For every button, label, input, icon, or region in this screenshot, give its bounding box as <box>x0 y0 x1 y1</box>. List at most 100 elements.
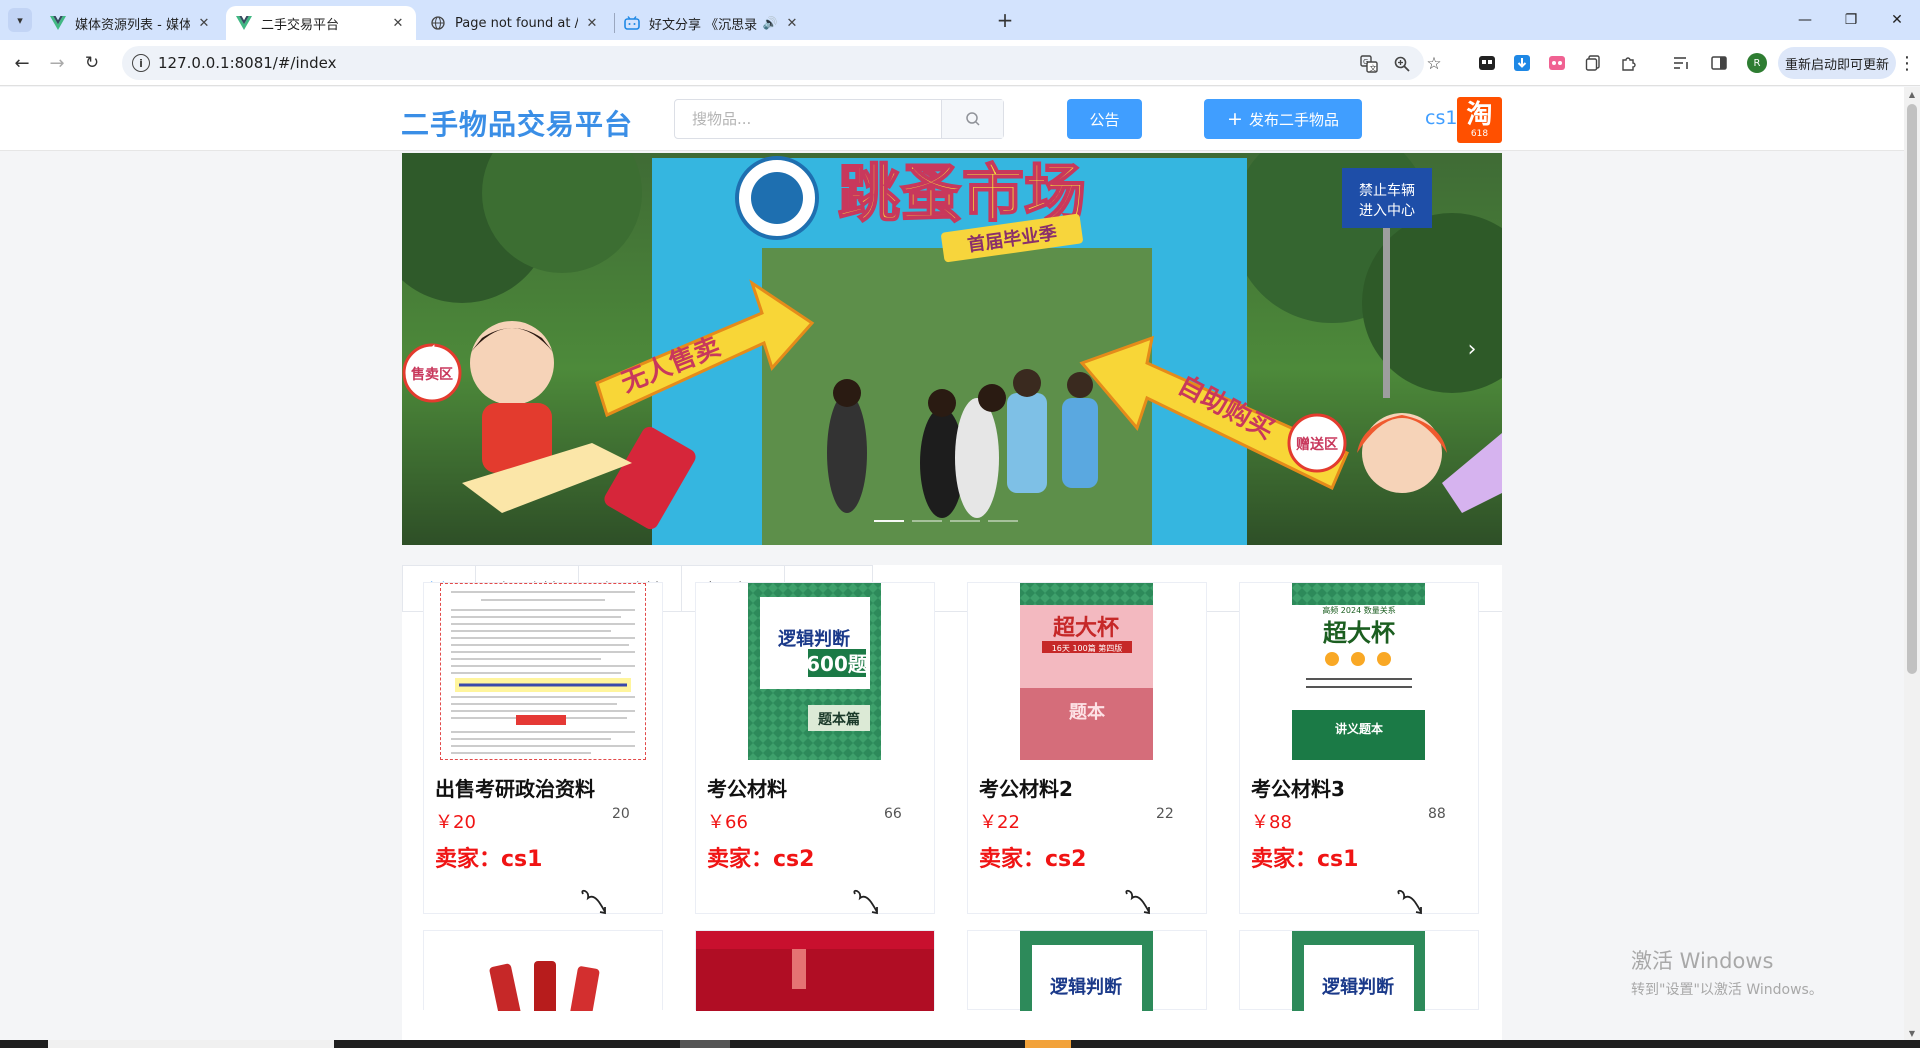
browser-tab-page-not-found[interactable]: Page not found at / ✕ <box>420 6 610 40</box>
svg-text:禁止车辆: 禁止车辆 <box>1359 182 1415 199</box>
product-card[interactable]: 逻辑判断 <box>1239 930 1479 1011</box>
search-input[interactable] <box>676 101 942 137</box>
carousel-indicator[interactable] <box>950 520 980 522</box>
product-price: ￥20 <box>435 812 476 833</box>
reload-icon[interactable]: ↻ <box>78 49 106 77</box>
browser-tab-trading-platform[interactable]: 二手交易平台 ✕ <box>226 6 416 40</box>
page-viewport: 二手物品交易平台 公告 + 发布二手物品 cs1 淘 618 <box>0 87 1904 1040</box>
product-image: 超大杯 高频 2024 数量关系 讲义题本 <box>1292 583 1425 760</box>
tab-search-chevron-icon[interactable]: ▾ <box>8 8 32 32</box>
product-card[interactable]: 逻辑判断 600题 题本篇 考公材料 ￥66 66 卖家：cs2 <box>695 582 935 916</box>
current-username[interactable]: cs1 <box>1425 107 1457 129</box>
taskbar-item[interactable] <box>1025 1040 1071 1048</box>
product-card[interactable]: 逻辑判断 <box>967 930 1207 1011</box>
carousel-indicator[interactable] <box>988 520 1018 522</box>
close-tab-icon[interactable]: ✕ <box>584 15 600 31</box>
svg-text:售卖区: 售卖区 <box>410 366 453 383</box>
more-menu-icon[interactable]: ⋮ <box>1898 51 1916 75</box>
scroll-up-icon[interactable]: ▲ <box>1904 87 1920 101</box>
product-card[interactable] <box>695 930 935 1011</box>
address-bar[interactable]: i 127.0.0.1:8081/#/index G文 ☆ <box>122 46 1442 80</box>
plus-icon: + <box>1227 107 1243 130</box>
product-title: 考公材料3 <box>1251 777 1345 801</box>
product-price: ￥22 <box>979 812 1020 833</box>
product-title: 考公材料 <box>707 777 787 801</box>
url-text[interactable]: 127.0.0.1:8081/#/index <box>158 54 337 72</box>
product-count: 88 <box>1428 806 1446 822</box>
favorite-arrow-icon[interactable] <box>579 888 609 916</box>
notice-button[interactable]: 公告 <box>1067 99 1142 139</box>
svg-text:进入中心: 进入中心 <box>1359 203 1415 219</box>
taobao-618-badge[interactable]: 淘 618 <box>1457 97 1502 143</box>
new-tab-icon[interactable]: + <box>993 8 1017 32</box>
product-image <box>424 931 662 1011</box>
close-tab-icon[interactable]: ✕ <box>196 15 212 31</box>
scroll-down-icon[interactable]: ▼ <box>1904 1026 1920 1040</box>
publish-button-label: 发布二手物品 <box>1248 110 1339 129</box>
profile-avatar-icon[interactable]: R <box>1747 53 1767 73</box>
extension-dark-icon[interactable] <box>1476 52 1498 74</box>
watermark-line2: 转到"设置"以激活 Windows。 <box>1631 982 1823 998</box>
minimize-icon[interactable]: — <box>1782 0 1828 40</box>
browser-tab-media-list[interactable]: 媒体资源列表 - 媒体资源管理系 ✕ <box>40 6 222 40</box>
favorite-arrow-icon[interactable] <box>1395 888 1425 916</box>
carousel-next-icon[interactable]: › <box>1454 331 1490 367</box>
back-icon[interactable]: ← <box>8 49 36 77</box>
tab-title: 媒体资源列表 - 媒体资源管理系 <box>75 17 190 33</box>
extensions-puzzle-icon[interactable] <box>1618 52 1640 74</box>
browser-tab-bilibili[interactable]: 好文分享 《沉思录：人生应 🔊 ✕ <box>614 6 810 40</box>
product-seller: 卖家：cs2 <box>707 847 815 872</box>
svg-text:超大杯: 超大杯 <box>1323 619 1395 647</box>
zoom-icon[interactable] <box>1392 54 1412 74</box>
product-image: 逻辑判断 600题 题本篇 <box>748 583 881 760</box>
product-seller: 卖家：cs1 <box>435 847 543 872</box>
carousel-prev-icon[interactable]: ‹ <box>414 331 450 367</box>
restore-icon[interactable]: ❐ <box>1828 0 1874 40</box>
speaker-icon[interactable]: 🔊 <box>762 15 778 31</box>
site-logo[interactable]: 二手物品交易平台 <box>401 103 633 143</box>
extension-pink-icon[interactable] <box>1546 52 1568 74</box>
taskbar-item[interactable] <box>48 1040 334 1048</box>
side-panel-icon[interactable] <box>1708 52 1730 74</box>
favorite-arrow-icon[interactable] <box>851 888 881 916</box>
close-tab-icon[interactable]: ✕ <box>390 15 406 31</box>
scrollbar-thumb[interactable] <box>1907 104 1917 674</box>
update-browser-button[interactable]: 重新启动即可更新 <box>1778 47 1896 79</box>
product-title: 考公材料2 <box>979 777 1073 801</box>
product-card[interactable]: 超大杯 16天 100篇 第四版 题本 考公材料2 ￥22 22 卖家：cs2 <box>967 582 1207 916</box>
favorite-arrow-icon[interactable] <box>1123 888 1153 916</box>
reading-list-icon[interactable] <box>1670 52 1692 74</box>
site-header: 二手物品交易平台 公告 + 发布二手物品 cs1 淘 618 <box>0 87 1904 151</box>
forward-icon[interactable]: → <box>43 49 71 77</box>
product-card[interactable]: 超大杯 高频 2024 数量关系 讲义题本 考公材料3 ￥88 88 卖家：cs… <box>1239 582 1479 916</box>
svg-text:G: G <box>1363 58 1368 66</box>
bookmark-star-icon[interactable]: ☆ <box>1424 54 1444 74</box>
page-scrollbar[interactable]: ▲ ▼ <box>1904 87 1920 1040</box>
taskbar-item[interactable] <box>680 1040 730 1048</box>
carousel-indicator[interactable] <box>874 520 904 522</box>
windows-activation-watermark: 激活 Windows 转到"设置"以激活 Windows。 <box>1631 945 1823 999</box>
close-tab-icon[interactable]: ✕ <box>784 15 800 31</box>
product-card[interactable] <box>423 930 663 1011</box>
banner-carousel[interactable]: 禁止车辆 进入中心 跳蚤市场 首届毕业季 无人售卖 自助购买 售卖区 赠送区 ‹… <box>402 153 1502 545</box>
publish-item-button[interactable]: + 发布二手物品 <box>1204 99 1362 139</box>
product-image: 逻辑判断 <box>1020 931 1153 1011</box>
svg-text:文: 文 <box>1370 64 1377 73</box>
svg-text:题本: 题本 <box>1069 701 1105 723</box>
product-image <box>696 931 934 1011</box>
globe-icon <box>430 15 446 31</box>
extension-copy-icon[interactable] <box>1582 52 1604 74</box>
product-card[interactable]: 出售考研政治资料 ￥20 20 卖家：cs1 <box>423 582 663 916</box>
download-extension-icon[interactable] <box>1511 52 1533 74</box>
translate-icon[interactable]: G文 <box>1359 54 1379 74</box>
product-seller: 卖家：cs1 <box>1251 847 1359 872</box>
taobao-char: 淘 <box>1466 100 1493 130</box>
svg-text:16天 100篇 第四版: 16天 100篇 第四版 <box>1052 643 1123 653</box>
product-image: 超大杯 16天 100篇 第四版 题本 <box>1020 583 1153 760</box>
vue-icon <box>236 15 252 31</box>
svg-text:赠送区: 赠送区 <box>1296 436 1338 453</box>
close-window-icon[interactable]: ✕ <box>1874 0 1920 40</box>
carousel-indicator[interactable] <box>912 520 942 522</box>
site-info-icon[interactable]: i <box>132 54 150 72</box>
search-button[interactable] <box>941 100 1003 138</box>
